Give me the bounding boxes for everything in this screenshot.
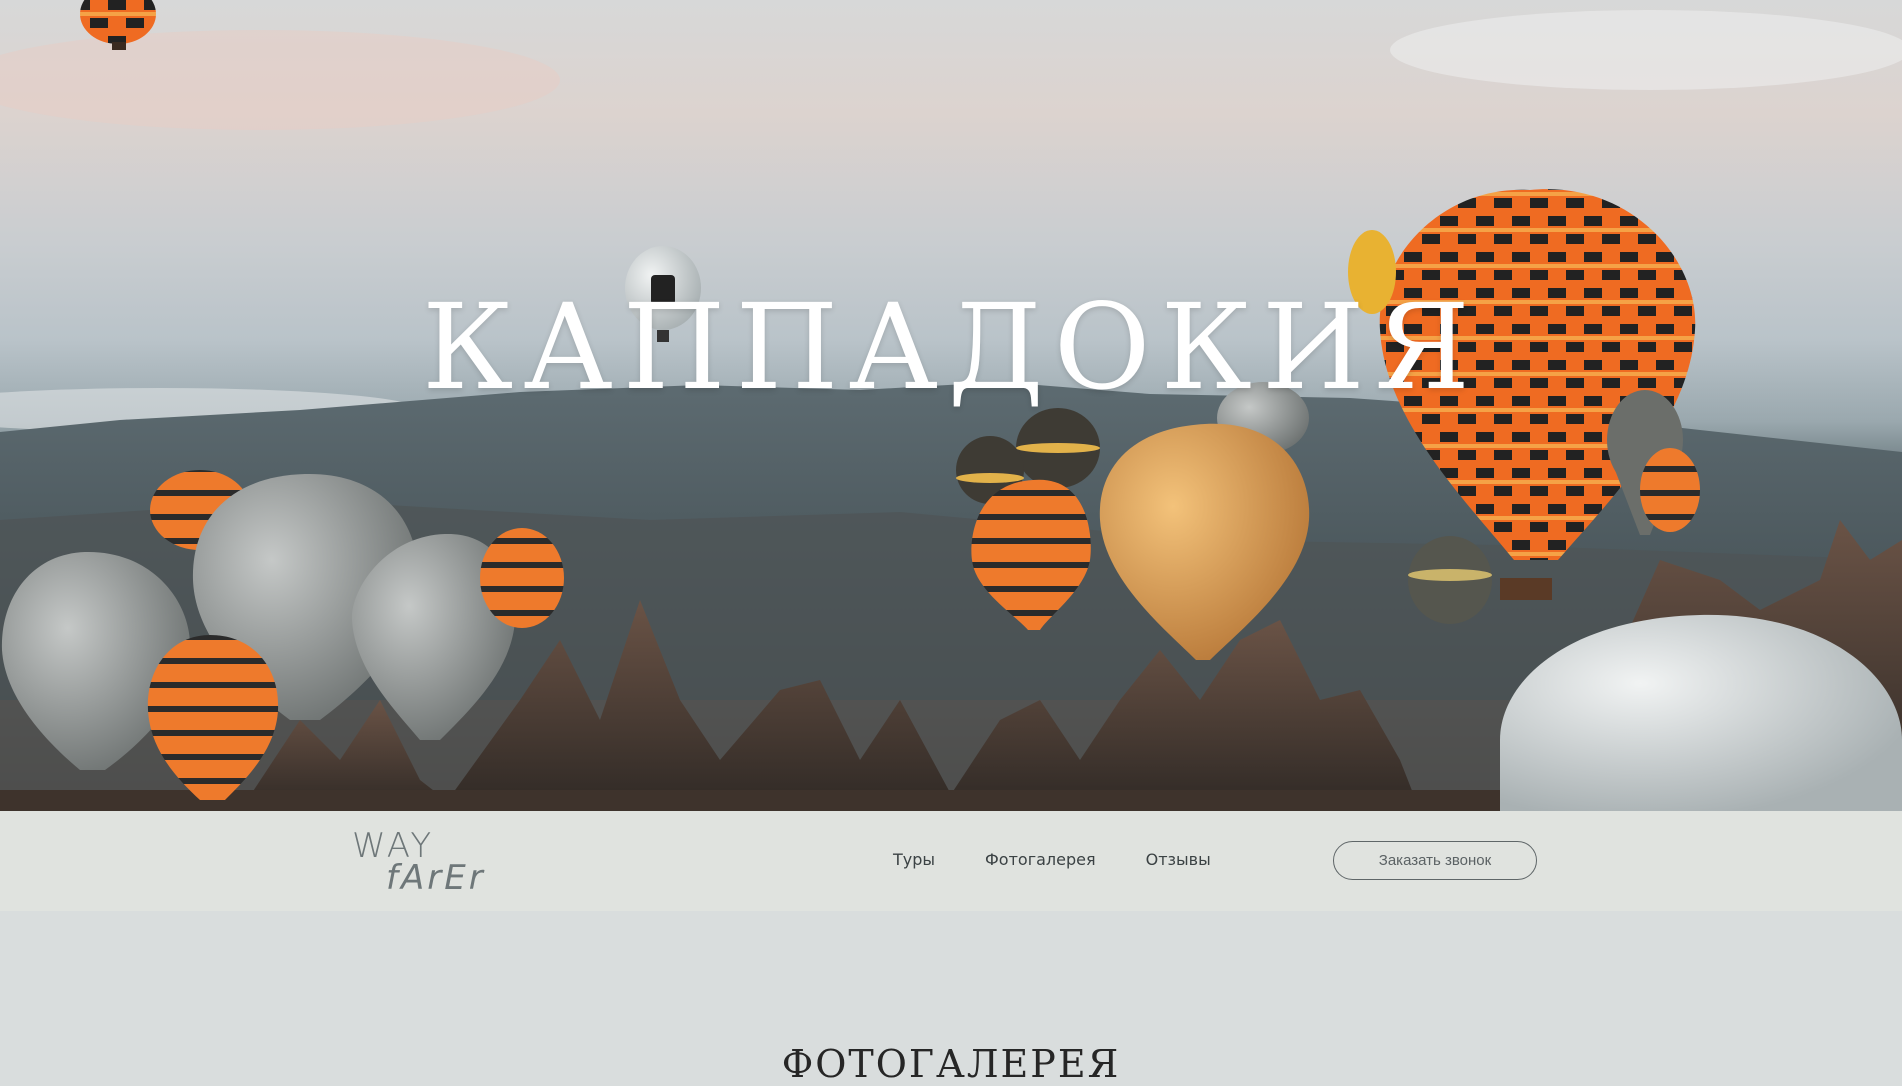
request-call-button[interactable]: Заказать звонок [1333, 841, 1537, 880]
hero-banner: КАППАДОКИЯ [0, 0, 1902, 811]
nav-link-reviews[interactable]: Отзывы [1146, 850, 1211, 869]
main-nav: Туры Фотогалерея Отзывы [893, 850, 1261, 869]
site-logo[interactable]: WAY fArEr [352, 826, 514, 898]
hero-title: КАППАДОКИЯ [421, 278, 1481, 416]
logo-line-2: fArEr [386, 858, 486, 898]
nav-link-tours[interactable]: Туры [893, 850, 935, 869]
gallery-section-title: ФОТОГАЛЕРЕЯ [781, 1041, 1121, 1086]
nav-link-gallery[interactable]: Фотогалерея [985, 850, 1096, 869]
